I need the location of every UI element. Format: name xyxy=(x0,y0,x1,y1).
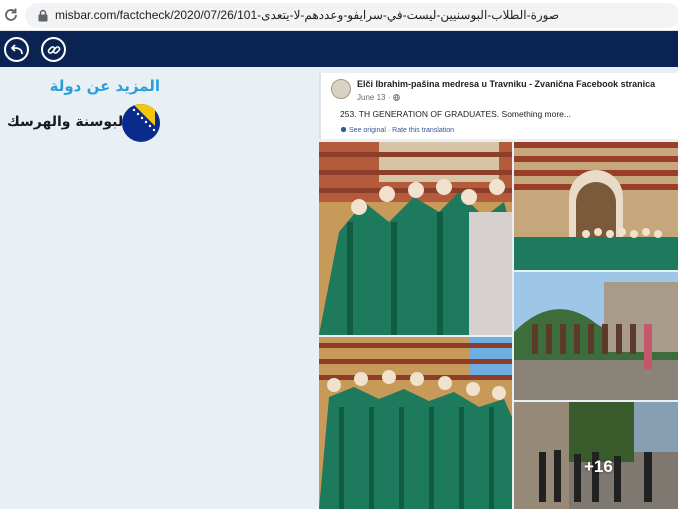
back-arrow-icon xyxy=(10,43,23,54)
page-name[interactable]: Elči Ibrahim-pašina medresa u Travniku -… xyxy=(357,79,655,89)
country-name: البوسنة والهرسك xyxy=(7,114,128,130)
lock-icon xyxy=(38,9,48,22)
photo-2-image xyxy=(514,142,678,270)
country-link[interactable]: البوسنة والهرسك xyxy=(7,104,162,142)
more-about-country-heading: المزيد عن دولة xyxy=(49,77,160,95)
photo-3-image xyxy=(514,272,678,400)
translation-links: See original · Rate this translation xyxy=(340,126,454,134)
facebook-post-card[interactable]: Elči Ibrahim-pašina medresa u Travniku -… xyxy=(319,73,678,139)
photo-5-image xyxy=(514,402,678,509)
browser-address-bar: misbar.com/factcheck/2020/07/26/101-صورة… xyxy=(0,0,678,31)
post-photo-4[interactable] xyxy=(319,337,512,509)
globe-icon xyxy=(392,94,400,101)
see-original-link[interactable]: See original xyxy=(349,127,386,134)
link-icon xyxy=(47,45,60,54)
photo-4-image xyxy=(319,337,512,509)
photo-1-image xyxy=(319,142,512,335)
page-avatar[interactable] xyxy=(331,79,351,99)
site-toolbar xyxy=(0,31,678,67)
post-photo-1[interactable] xyxy=(319,142,512,335)
rate-translation-link[interactable]: Rate this translation xyxy=(392,127,454,134)
url-field[interactable]: misbar.com/factcheck/2020/07/26/101-صورة… xyxy=(25,3,678,28)
reload-icon[interactable] xyxy=(3,7,19,23)
bosnia-flag-icon xyxy=(122,104,160,142)
post-date: June 13 · xyxy=(357,93,400,102)
post-photo-2[interactable] xyxy=(514,142,678,270)
copy-link-button[interactable] xyxy=(41,37,66,62)
more-photos-count[interactable]: +16 xyxy=(584,457,613,477)
post-text: 253. TH GENERATION OF GRADUATES. Somethi… xyxy=(340,109,571,119)
url-text: misbar.com/factcheck/2020/07/26/101-صورة… xyxy=(55,8,560,22)
settings-icon xyxy=(340,126,347,133)
post-photo-3[interactable] xyxy=(514,272,678,400)
post-date-text: June 13 · xyxy=(357,93,393,102)
post-photo-5[interactable] xyxy=(514,402,678,509)
main-content: المزيد عن دولة البوسنة والهرسك Elči Ibra… xyxy=(0,67,678,509)
back-button[interactable] xyxy=(4,37,29,62)
